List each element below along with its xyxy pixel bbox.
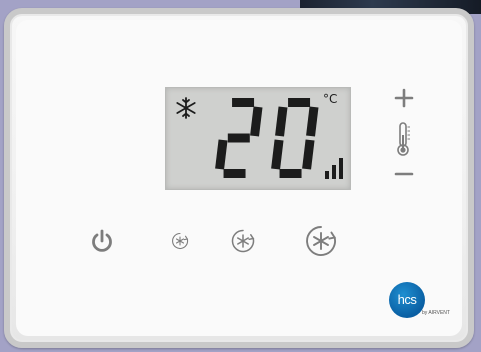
fan-low-button[interactable] bbox=[171, 232, 189, 250]
fan-medium-icon bbox=[231, 229, 255, 253]
temperature-digit bbox=[215, 98, 263, 178]
digit-segment bbox=[306, 106, 319, 137]
snowflake-icon bbox=[176, 97, 196, 119]
fan-medium-button[interactable] bbox=[230, 228, 256, 254]
fan-high-icon bbox=[306, 226, 337, 256]
temperature-value: 20 bbox=[206, 90, 208, 91]
digit-segment bbox=[250, 106, 263, 137]
thermometer-icon bbox=[397, 122, 410, 156]
minus-icon[interactable] bbox=[393, 164, 415, 184]
brand-tagline: by AIRVENT bbox=[422, 310, 450, 316]
temperature-digit bbox=[271, 98, 319, 178]
fan-high-button[interactable] bbox=[304, 224, 338, 258]
digit-segment bbox=[215, 139, 228, 170]
digit-segment bbox=[275, 106, 288, 137]
brand-logo: hcs bbox=[389, 282, 425, 318]
signal-bars-icon bbox=[325, 158, 343, 179]
fan-low-icon bbox=[172, 232, 189, 250]
lcd-display: 20 °C bbox=[165, 87, 351, 190]
digit-segment bbox=[271, 139, 284, 170]
plus-icon[interactable] bbox=[393, 87, 415, 109]
temperature-digits bbox=[215, 98, 319, 178]
power-button[interactable] bbox=[89, 228, 115, 254]
temperature-unit: °C bbox=[323, 92, 338, 106]
temperature-readout: 20 bbox=[206, 90, 319, 178]
digit-segment bbox=[302, 139, 315, 170]
